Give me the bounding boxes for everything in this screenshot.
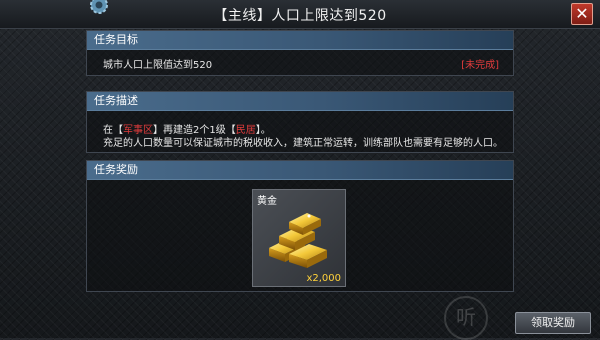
window-title: 【主线】人口上限达到520 [213,8,387,24]
claim-reward-button[interactable]: 领取奖励 [515,312,591,334]
objective-header: 任务目标 [87,31,513,50]
reward-item-name: 黄金 [257,196,277,207]
gold-bars-icon [269,213,327,268]
watermark-logo: 听 [444,296,488,340]
objective-panel: 任务目标 城市人口上限值达到520 [未完成] [86,30,514,76]
reward-item-amount: x2,000 [306,273,341,284]
objective-text: 城市人口上限值达到520 [103,60,213,71]
close-button[interactable]: ✕ [571,3,593,25]
description-line-2: 充足的人口数量可以保证城市的税收收入，建筑正常运转，训练部队也需要有足够的人口。 [103,138,503,149]
title-bar: 【主线】人口上限达到520 [0,0,600,29]
status-badge: [未完成] [461,60,499,71]
reward-panel: 任务奖励 黄金 x2,000 [86,160,514,292]
reward-item-card[interactable]: 黄金 x2,000 [252,189,346,287]
description-panel: 任务描述 在【军事区】再建造2个1级【民居】。 充足的人口数量可以保证城市的税收… [86,91,514,153]
description-header: 任务描述 [87,92,513,111]
reward-header: 任务奖励 [87,161,513,180]
